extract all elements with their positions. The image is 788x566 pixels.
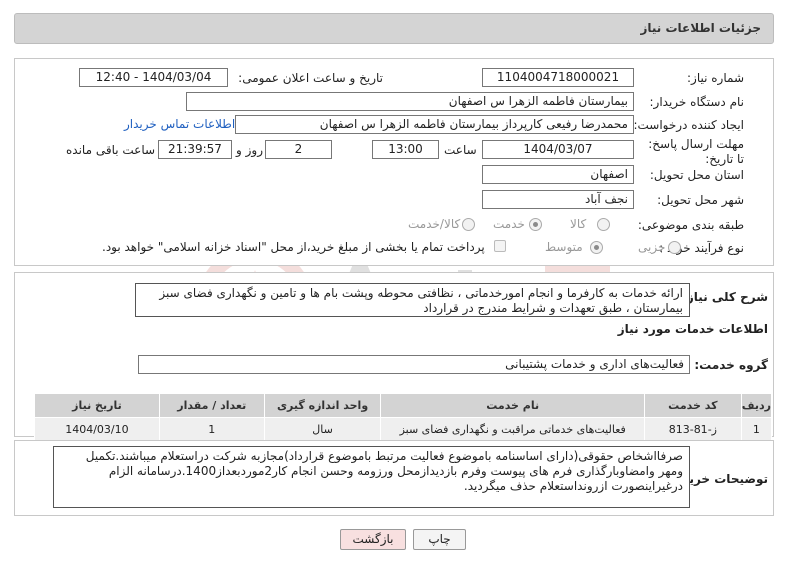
province-label: استان محل تحویل: <box>649 168 744 182</box>
deadline-time-label: ساعت <box>444 143 477 157</box>
col-unit-header: واحد اندازه گیری <box>263 393 382 418</box>
process-radio-medium[interactable] <box>590 241 603 254</box>
process-radio-minor[interactable] <box>668 241 681 254</box>
requester-label: ایجاد کننده درخواست: <box>633 118 744 132</box>
col-row-header: ردیف <box>740 393 773 418</box>
announce-datetime-field: 1404/03/04 - 12:40 <box>79 68 228 87</box>
category-option-goods-service: کالا/خدمت <box>408 217 461 231</box>
col-name-header: نام خدمت <box>380 393 645 418</box>
header-bar: جزئیات اطلاعات نیاز <box>14 13 774 44</box>
buyer-org-label: نام دستگاه خریدار: <box>649 95 745 109</box>
cell-row: 1 <box>740 417 773 442</box>
remaining-time-field: 21:39:57 <box>158 140 232 159</box>
summary-label: شرح کلی نیاز: <box>682 290 768 304</box>
col-date-header: تاریخ نیاز <box>34 393 160 418</box>
treasury-payment-note: پرداخت تمام یا بخشی از مبلغ خرید،از محل … <box>102 240 485 254</box>
category-radio-goods[interactable] <box>597 218 610 231</box>
back-button[interactable]: بازگشت <box>340 529 406 550</box>
service-group-field: فعالیت‌های اداری و خدمات پشتیبانی <box>138 355 690 374</box>
buyer-org-field: بیمارستان فاطمه الزهرا س اصفهان <box>186 92 634 111</box>
days-remaining-field: 2 <box>265 140 332 159</box>
buyer-notes-text: صرفااشخاص حقوقی(دارای اساسنامه باموضوع ف… <box>53 446 690 508</box>
city-field: نجف آباد <box>482 190 634 209</box>
need-number-field: 1104004718000021 <box>482 68 634 87</box>
category-radio-goods-service[interactable] <box>462 218 475 231</box>
process-option-minor: جزیی <box>638 240 666 254</box>
announce-label: تاریخ و ساعت اعلان عمومی: <box>238 71 383 85</box>
service-group-label: گروه خدمت: <box>694 358 768 372</box>
cell-unit: سال <box>263 417 382 442</box>
requester-field: محمدرضا رفیعی کارپرداز بیمارستان فاطمه ا… <box>235 115 634 134</box>
treasury-payment-checkbox[interactable] <box>494 240 506 252</box>
remaining-label: ساعت باقی مانده <box>66 143 156 157</box>
table-header-row: ردیف کد خدمت نام خدمت واحد اندازه گیری ت… <box>34 393 773 418</box>
buyer-contact-link[interactable]: اطلاعات تماس خریدار <box>124 117 235 131</box>
deadline-time-field: 13:00 <box>372 140 439 159</box>
category-option-goods: کالا <box>570 217 587 231</box>
page-title: جزئیات اطلاعات نیاز <box>640 21 761 35</box>
need-number-label: شماره نیاز: <box>687 71 744 85</box>
deadline-label: مهلت ارسال پاسخ: تا تاریخ: <box>648 137 744 166</box>
days-label: روز و <box>236 143 263 157</box>
print-button[interactable]: چاپ <box>413 529 466 550</box>
province-field: اصفهان <box>482 165 634 184</box>
summary-text: ارائه خدمات به کارفرما و انجام امورخدمات… <box>135 283 690 317</box>
category-radio-service[interactable] <box>529 218 542 231</box>
cell-qty: 1 <box>158 417 265 442</box>
cell-code: ز-81-813 <box>643 417 742 442</box>
city-label: شهر محل تحویل: <box>657 193 744 207</box>
cell-date: 1404/03/10 <box>34 417 160 442</box>
col-code-header: کد خدمت <box>643 393 742 418</box>
deadline-date-field: 1404/03/07 <box>482 140 634 159</box>
table-row: 1 ز-81-813 فعالیت‌های خدماتی مراقبت و نگ… <box>34 417 773 442</box>
category-option-service: خدمت <box>493 217 525 231</box>
page: جزئیات اطلاعات نیاز شماره نیاز: 11040047… <box>0 0 788 566</box>
category-label: طبقه بندی موضوعی: <box>637 218 744 232</box>
cell-name: فعالیت‌های خدماتی مراقبت و نگهداری فضای … <box>380 417 645 442</box>
process-option-medium: متوسط <box>545 240 583 254</box>
col-qty-header: تعداد / مقدار <box>158 393 265 418</box>
services-section-title: اطلاعات خدمات مورد نیاز <box>617 322 768 336</box>
services-table: ردیف کد خدمت نام خدمت واحد اندازه گیری ت… <box>34 393 773 442</box>
